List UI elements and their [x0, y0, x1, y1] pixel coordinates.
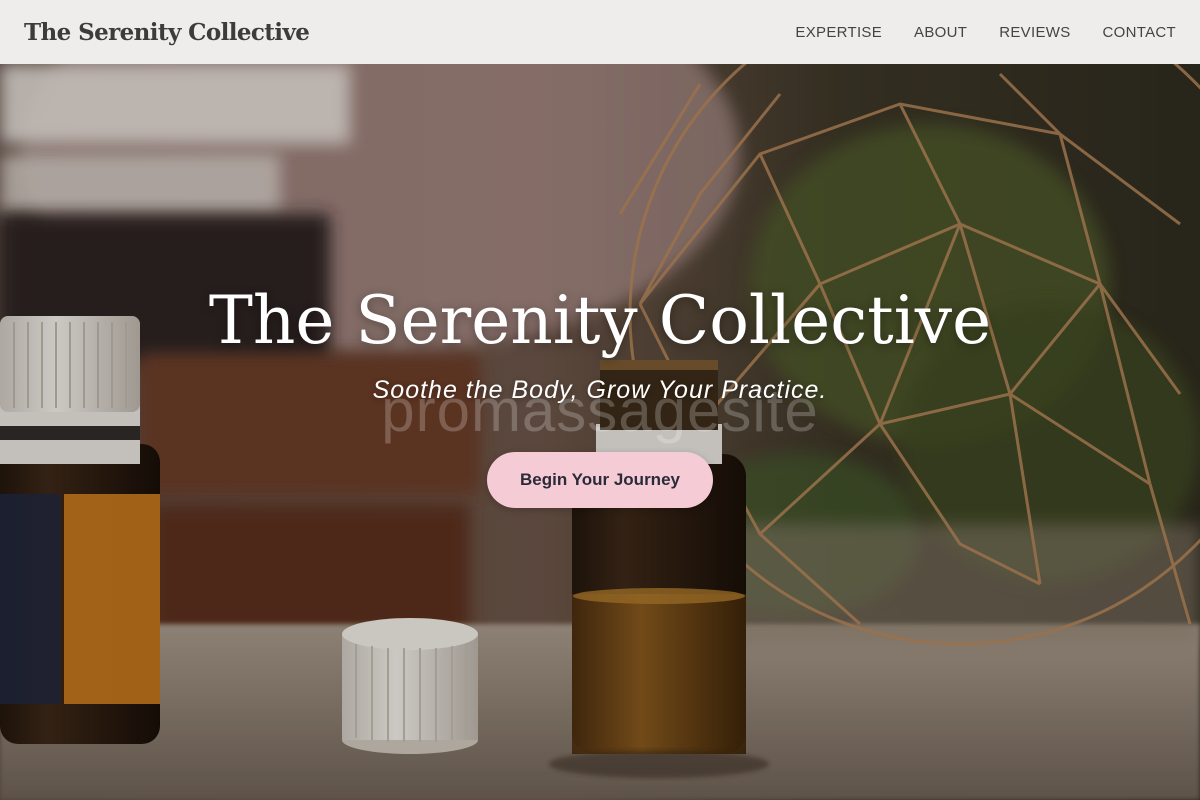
main-nav: EXPERTISE ABOUT REVIEWS CONTACT — [763, 24, 1176, 41]
hero-section: promassagesite The Serenity Collective S… — [0, 64, 1200, 800]
begin-journey-button[interactable]: Begin Your Journey — [487, 452, 713, 508]
hero-content: promassagesite The Serenity Collective S… — [0, 64, 1200, 800]
nav-link-reviews[interactable]: REVIEWS — [999, 24, 1070, 41]
hero-tagline: Soothe the Body, Grow Your Practice. — [372, 376, 828, 404]
site-header: The Serenity Collective EXPERTISE ABOUT … — [0, 0, 1200, 64]
brand-logo[interactable]: The Serenity Collective — [24, 19, 310, 46]
nav-link-about[interactable]: ABOUT — [914, 24, 967, 41]
hero-title: The Serenity Collective — [208, 282, 992, 359]
nav-link-contact[interactable]: CONTACT — [1103, 24, 1176, 41]
nav-link-expertise[interactable]: EXPERTISE — [795, 24, 882, 41]
